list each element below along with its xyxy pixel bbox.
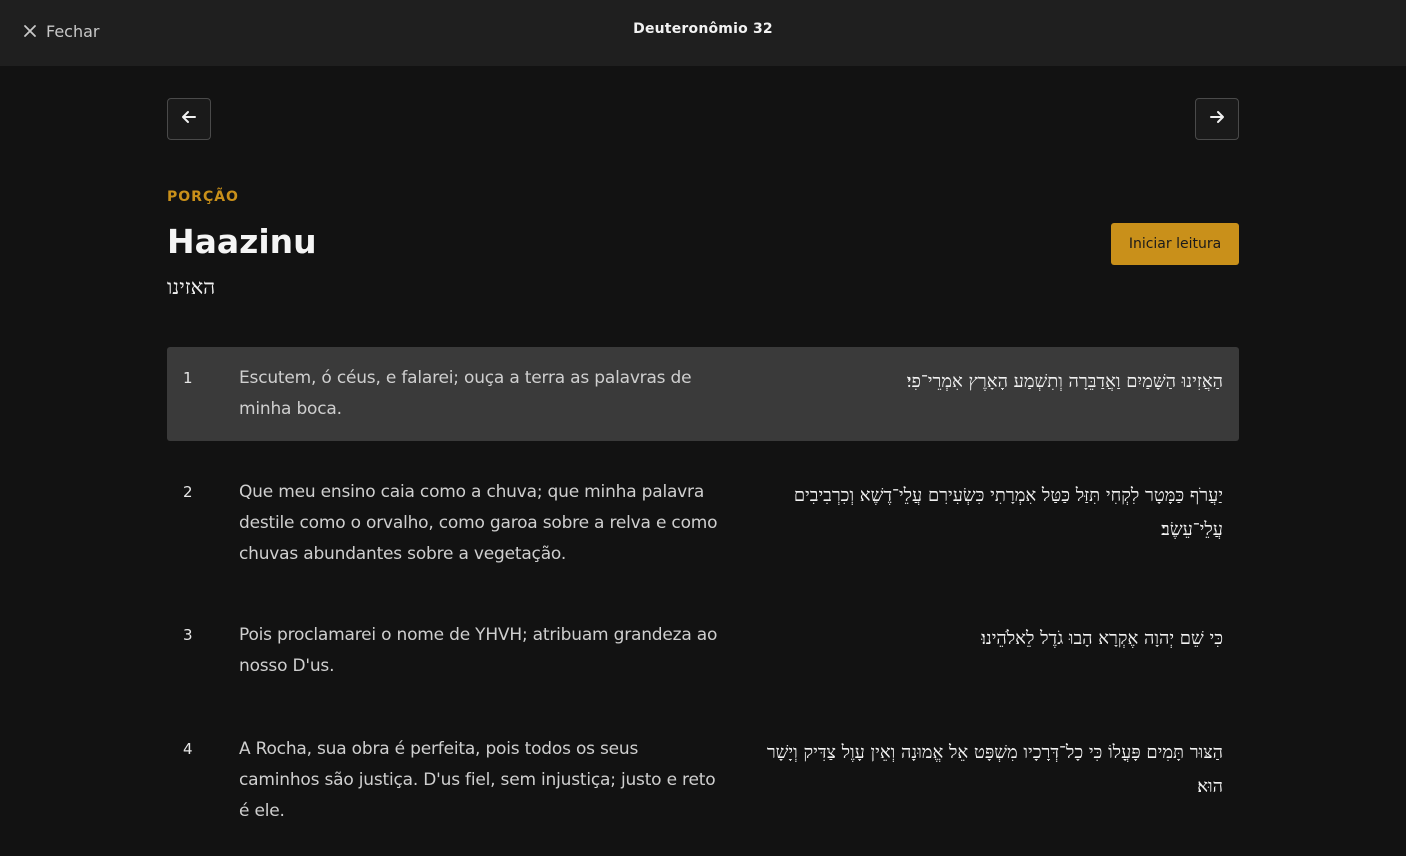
verse-portuguese: Escutem, ó céus, e falarei; ouça a terra… <box>239 368 692 419</box>
verse-row[interactable]: 3 Pois proclamarei o nome de YHVH; atrib… <box>167 604 1239 698</box>
verse-row[interactable]: 2 Que meu ensino caia como a chuva; que … <box>167 461 1239 583</box>
verse-number: 4 <box>183 740 193 758</box>
verse-portuguese: Pois proclamarei o nome de YHVH; atribua… <box>239 625 718 676</box>
verse-hebrew: הַאֲזִינוּ הַשָּׁמַיִם וַאֲדַבֵּרָה וְתִ… <box>906 371 1223 392</box>
portion-title: Haazinu <box>167 222 317 261</box>
verse-hebrew: כִּי שֵׁם יְהוָה אֶקְרָא הָבוּ גֹדֶל לֵא… <box>981 628 1223 649</box>
portion-hebrew-title: האזינו <box>167 275 216 299</box>
verse-portuguese: A Rocha, sua obra é perfeita, pois todos… <box>239 739 716 821</box>
verse-number: 1 <box>183 369 193 387</box>
arrow-right-icon <box>1207 107 1227 131</box>
verse-number: 2 <box>183 483 193 501</box>
previous-chapter-button[interactable] <box>167 98 211 140</box>
verse-row[interactable]: 4 A Rocha, sua obra é perfeita, pois tod… <box>167 718 1239 844</box>
start-reading-button[interactable]: Iniciar leitura <box>1111 223 1239 265</box>
verse-hebrew: יַעֲרֹף כַּמָּטָר לִקְחִי תִּזַּל כַּטַּ… <box>793 485 1223 540</box>
top-bar: Fechar Deuteronômio 32 <box>0 0 1406 66</box>
verse-portuguese: Que meu ensino caia como a chuva; que mi… <box>239 482 718 564</box>
portion-overline: PORÇÃO <box>167 189 239 205</box>
page-title: Deuteronômio 32 <box>633 21 773 37</box>
verse-row[interactable]: 1 Escutem, ó céus, e falarei; ouça a ter… <box>167 347 1239 441</box>
arrow-left-icon <box>179 107 199 131</box>
verse-hebrew: הַצּוּר תָּמִים פָּעֳלוֹ כִּי כָל־דְּרָכ… <box>766 742 1223 797</box>
verse-number: 3 <box>183 626 193 644</box>
next-chapter-button[interactable] <box>1195 98 1239 140</box>
